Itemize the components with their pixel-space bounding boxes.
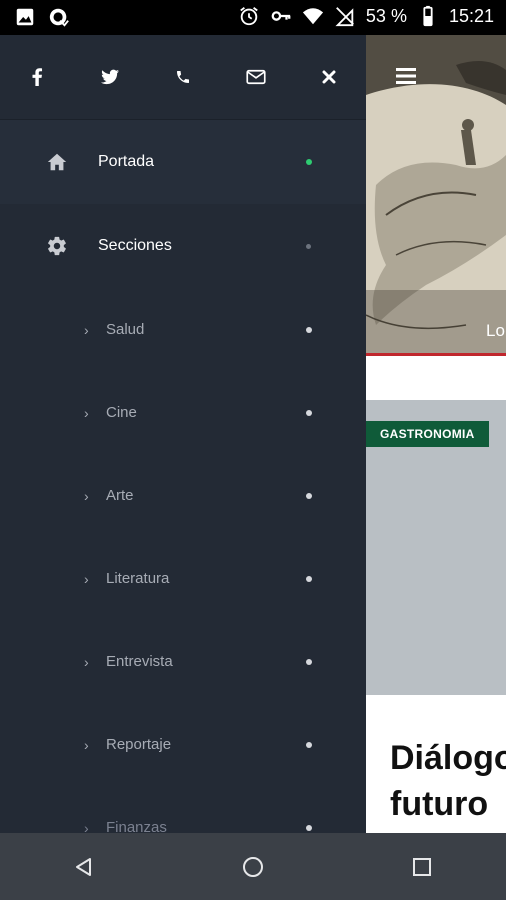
sub-item-label: Finanzas <box>106 819 167 833</box>
menu-item-secciones[interactable]: Secciones <box>0 204 366 288</box>
chevron-right-icon: › <box>84 819 89 834</box>
indicator-dot <box>306 409 312 416</box>
app-notification-icon <box>49 8 69 27</box>
home-icon <box>47 153 67 171</box>
image-icon <box>16 8 34 26</box>
menu-item-label: Portada <box>98 153 155 170</box>
article-title[interactable]: Diálogo futuro <box>390 735 506 827</box>
key-icon <box>271 11 291 21</box>
alarm-icon <box>240 7 258 26</box>
main-content-peek: Lo GASTRONOMIA Diálogo futuro <box>366 35 506 833</box>
no-sim-icon <box>335 7 354 27</box>
sub-item-literatura[interactable]: › Literatura <box>0 537 366 620</box>
sub-item-label: Arte <box>106 487 134 504</box>
clock: 15:21 <box>448 5 494 26</box>
article-title-line-1: Diálogo <box>390 739 506 777</box>
indicator-dot <box>306 575 312 582</box>
indicator-dot <box>306 824 312 831</box>
phone-icon[interactable] <box>163 57 203 97</box>
battery-text: 53 % <box>365 5 407 26</box>
dragon-illustration <box>366 35 506 355</box>
chevron-right-icon: › <box>84 736 89 753</box>
home-button[interactable] <box>233 847 273 887</box>
header-illustration: Lo <box>366 35 506 355</box>
sub-item-label: Entrevista <box>106 653 173 670</box>
system-navigation-bar <box>0 833 506 900</box>
sub-item-label: Reportaje <box>106 736 172 753</box>
hamburger-menu-icon[interactable] <box>396 68 416 84</box>
mail-icon[interactable] <box>236 57 276 97</box>
sub-item-salud[interactable]: › Salud <box>0 288 366 371</box>
sub-item-label: Salud <box>106 321 145 338</box>
sub-item-reportaje[interactable]: › Reportaje <box>0 703 366 786</box>
back-button[interactable] <box>64 847 104 887</box>
indicator-dot <box>306 658 312 665</box>
active-indicator-dot <box>306 159 312 165</box>
indicator-dot <box>306 243 311 249</box>
menu-item-label: Secciones <box>98 237 172 254</box>
status-bar: 53 % 15:21 <box>0 0 506 35</box>
sub-item-label: Cine <box>106 404 137 421</box>
twitter-icon[interactable] <box>90 57 130 97</box>
chevron-right-icon: › <box>84 321 89 338</box>
battery-icon <box>423 5 433 27</box>
chevron-right-icon: › <box>84 404 89 421</box>
sub-item-finanzas[interactable]: › Finanzas <box>0 786 366 833</box>
header-caption-partial: Lo <box>486 321 505 340</box>
spacer <box>366 356 506 400</box>
category-badge[interactable]: GASTRONOMIA <box>366 421 489 447</box>
sub-item-entrevista[interactable]: › Entrevista <box>0 620 366 703</box>
sub-item-cine[interactable]: › Cine <box>0 371 366 454</box>
back-triangle-icon <box>76 857 92 876</box>
chevron-right-icon: › <box>84 570 89 587</box>
sub-item-label: Literatura <box>106 570 170 587</box>
gear-icon <box>48 236 66 256</box>
indicator-dot <box>306 741 312 748</box>
recents-square-icon <box>412 857 431 876</box>
chevron-right-icon: › <box>84 653 89 670</box>
chevron-right-icon: › <box>84 487 89 504</box>
indicator-dot <box>306 492 312 499</box>
close-icon[interactable] <box>309 57 349 97</box>
facebook-icon[interactable] <box>17 57 57 97</box>
recents-button[interactable] <box>402 847 442 887</box>
article-title-line-2: futuro <box>390 785 489 823</box>
indicator-dot <box>306 326 312 333</box>
social-bar <box>0 35 366 120</box>
home-circle-icon <box>242 856 263 877</box>
wifi-icon <box>302 8 324 25</box>
menu-item-portada[interactable]: Portada <box>0 120 366 204</box>
sub-item-arte[interactable]: › Arte <box>0 454 366 537</box>
navigation-drawer: Portada Secciones › Salud › Cine › Arte … <box>0 35 366 833</box>
